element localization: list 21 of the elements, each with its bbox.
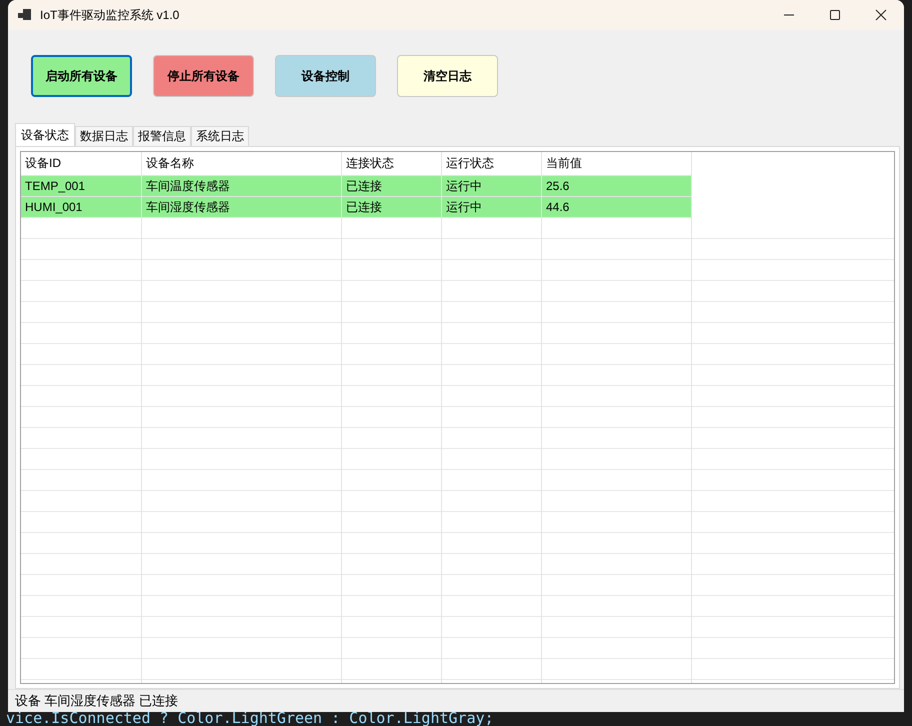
column-header[interactable]: 当前值: [542, 152, 692, 176]
tab[interactable]: 报警信息: [133, 126, 191, 146]
column-header[interactable]: 设备名称: [142, 152, 342, 176]
column-header[interactable]: 设备ID: [21, 152, 142, 176]
column-header[interactable]: 连接状态: [342, 152, 442, 176]
action-button[interactable]: 设备控制: [275, 55, 376, 97]
app-icon: [18, 9, 32, 21]
action-button[interactable]: 启动所有设备: [31, 55, 132, 97]
status-bar: 设备 车间湿度传感器 已连接: [8, 689, 904, 712]
window-title: IoT事件驱动监控系统 v1.0: [40, 6, 180, 24]
tab[interactable]: 系统日志: [191, 126, 249, 146]
table-row[interactable]: HUMI_001 车间湿度传感器 已连接 运行中 44.6: [21, 197, 692, 218]
tab[interactable]: 数据日志: [75, 126, 133, 146]
column-header[interactable]: 运行状态: [442, 152, 542, 176]
action-button[interactable]: 停止所有设备: [153, 55, 254, 97]
code-line: vice.IsConnected ? Color.LightGreen : Color.LightGray;: [6, 710, 494, 726]
tab[interactable]: 设备状态: [15, 123, 75, 146]
action-button[interactable]: 清空日志: [397, 55, 498, 97]
close-icon: [875, 9, 887, 21]
table-row[interactable]: TEMP_001 车间温度传感器 已连接 运行中 25.6: [21, 176, 692, 197]
maximize-icon: [829, 9, 841, 21]
